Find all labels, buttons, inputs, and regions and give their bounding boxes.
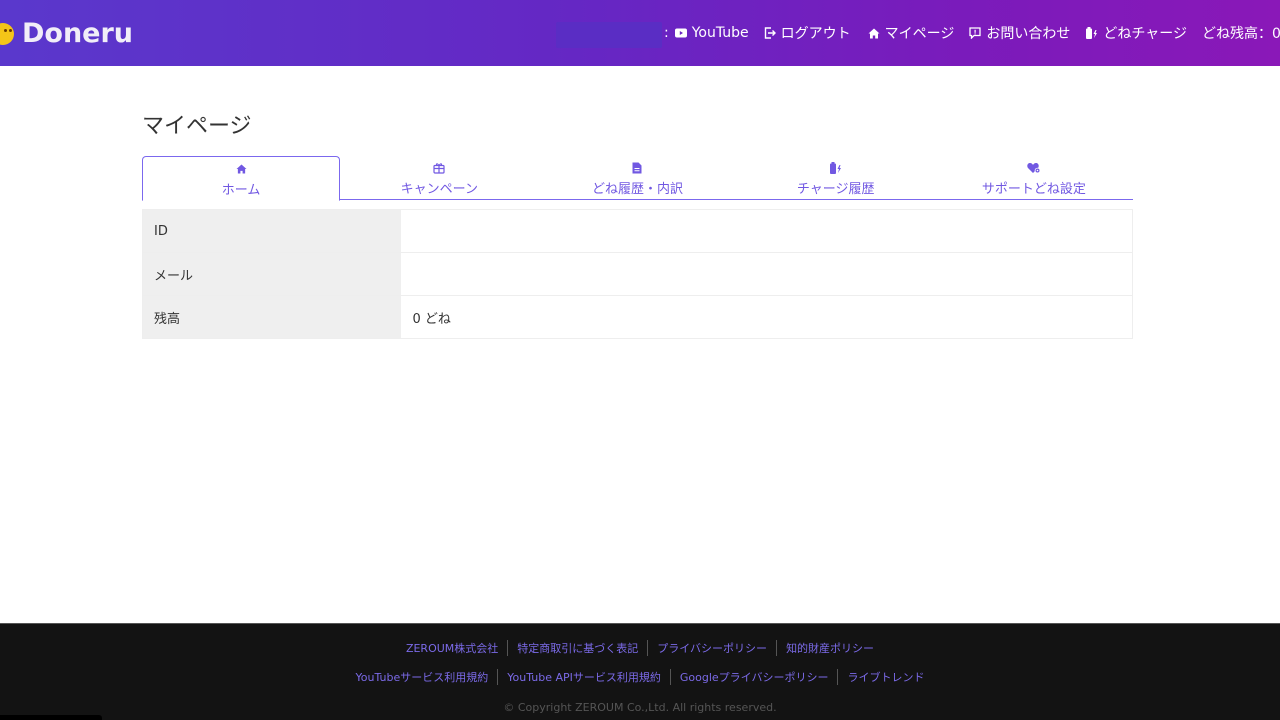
tab-support-settings[interactable]: サポートどね設定 <box>935 156 1133 200</box>
gift-icon <box>433 161 445 175</box>
table-row-balance: 残高 0 どね <box>142 295 1133 339</box>
copyright: © Copyright ZEROUM Co.,Ltd. All rights r… <box>503 701 777 714</box>
row-label: 残高 <box>142 295 401 339</box>
chat-icon <box>969 27 982 39</box>
nav-contact-label: お問い合わせ <box>986 26 1071 42</box>
nav-mypage[interactable]: マイページ <box>868 23 955 43</box>
nav-charge[interactable]: どねチャージ <box>1085 23 1187 43</box>
battery-charge-icon <box>1085 27 1098 39</box>
nav-youtube-label: YouTube <box>691 25 749 41</box>
battery-charge-icon <box>829 161 842 175</box>
row-value <box>400 209 1133 253</box>
mypage-tabs: ホーム キャンペーン どね履歴・内訳 チャージ履歴 サポートどね設定 <box>142 156 1133 201</box>
bottom-overlay-bar <box>0 715 102 720</box>
user-name <box>556 22 662 48</box>
account-info-table: ID メール 残高 0 どね <box>142 209 1133 339</box>
footer-link-ip-policy[interactable]: 知的財産ポリシー <box>777 640 883 656</box>
row-value <box>400 252 1133 296</box>
row-value: 0 どね <box>400 295 1133 339</box>
home-icon <box>868 28 880 39</box>
home-icon <box>236 162 247 176</box>
row-label: メール <box>142 252 401 296</box>
table-row-id: ID <box>142 209 1133 253</box>
footer-link-tokushoho[interactable]: 特定商取引に基づく表記 <box>508 640 647 656</box>
nav-youtube[interactable]: YouTube <box>674 25 749 41</box>
nav-logout[interactable]: ログアウト <box>764 23 851 43</box>
site-header: Doneru : YouTube ログアウト マイページ お問い合わせ どねチャ… <box>0 0 1280 66</box>
logo[interactable]: Doneru <box>0 18 133 49</box>
tab-campaign-label: キャンペーン <box>400 182 478 197</box>
footer-link-company[interactable]: ZEROUM株式会社 <box>397 640 507 656</box>
page-title: マイページ <box>142 114 252 139</box>
footer-links-row-2: YouTubeサービス利用規約 YouTube APIサービス利用規約 Goog… <box>0 669 1280 685</box>
tab-charge-history-label: チャージ履歴 <box>796 182 875 197</box>
nav-mypage-label: マイページ <box>884 26 955 42</box>
footer-link-live-trend[interactable]: ライブトレンド <box>838 669 933 685</box>
logout-icon <box>764 27 776 39</box>
tab-charge-history[interactable]: チャージ履歴 <box>737 156 935 200</box>
nav-charge-label: どねチャージ <box>1103 26 1187 42</box>
logo-mascot-icon <box>0 22 14 45</box>
tab-home[interactable]: ホーム <box>142 156 341 201</box>
tab-done-history-label: どね履歴・内訳 <box>591 182 683 197</box>
header-nav: : YouTube ログアウト マイページ お問い合わせ どねチャージ どね残高… <box>664 0 1280 66</box>
nav-contact[interactable]: お問い合わせ <box>969 23 1070 43</box>
nav-logout-label: ログアウト <box>780 26 851 42</box>
site-footer: ZEROUM株式会社 特定商取引に基づく表記 プライバシーポリシー 知的財産ポリ… <box>0 623 1280 720</box>
row-label: ID <box>142 209 401 253</box>
footer-links-row-1: ZEROUM株式会社 特定商取引に基づく表記 プライバシーポリシー 知的財産ポリ… <box>0 640 1280 656</box>
heart-gear-icon <box>1027 161 1041 175</box>
footer-link-privacy[interactable]: プライバシーポリシー <box>648 640 776 656</box>
youtube-icon <box>674 28 687 38</box>
tab-support-settings-label: サポートどね設定 <box>981 182 1086 197</box>
footer-link-youtube-tos[interactable]: YouTubeサービス利用規約 <box>347 669 498 685</box>
tab-home-label: ホーム <box>221 183 261 198</box>
footer-link-google-privacy[interactable]: Googleプライバシーポリシー <box>671 669 838 685</box>
footer-link-youtube-api-tos[interactable]: YouTube APIサービス利用規約 <box>498 669 670 685</box>
logo-text: Doneru <box>22 18 134 49</box>
table-row-email: メール <box>142 252 1133 296</box>
document-icon <box>632 161 642 175</box>
tab-campaign[interactable]: キャンペーン <box>340 156 538 200</box>
balance-display: どね残高：0どね <box>1201 26 1280 42</box>
nav-colon: : <box>664 25 669 41</box>
tab-done-history[interactable]: どね履歴・内訳 <box>538 156 736 200</box>
